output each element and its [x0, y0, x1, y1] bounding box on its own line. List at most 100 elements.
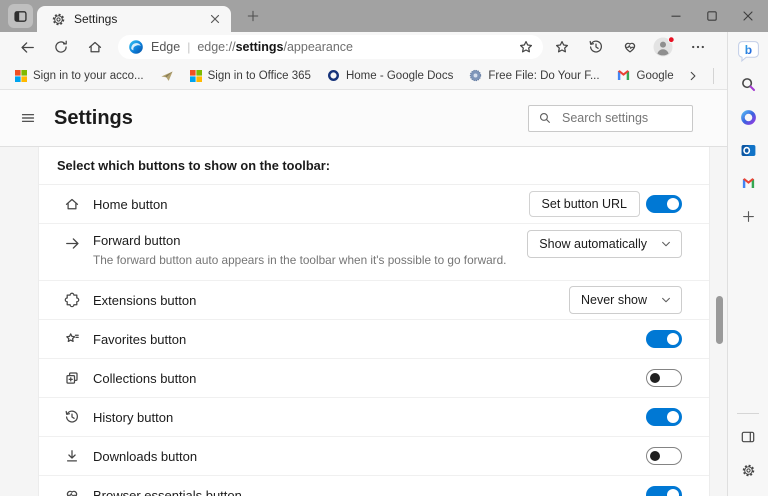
ms-logo-icon — [15, 70, 27, 82]
extensions-icon — [63, 292, 81, 308]
plane-icon — [160, 69, 174, 83]
forward-icon — [63, 235, 81, 252]
address-url: edge://settings/appearance — [197, 40, 511, 54]
gmail-icon — [741, 176, 756, 191]
settings-row: Browser essentials button — [39, 476, 709, 496]
sidebar-search-icon — [740, 76, 757, 93]
titlebar: Settings — [0, 0, 768, 32]
row-controls: Set button URL — [529, 191, 682, 217]
toggle-knob — [650, 373, 660, 383]
history-icon — [588, 39, 604, 55]
back-icon — [19, 39, 36, 56]
dropdown-value: Never show — [581, 293, 647, 307]
row-description: The forward button auto appears in the t… — [93, 253, 527, 267]
add-favorite-button[interactable] — [545, 33, 579, 61]
gear-icon — [741, 463, 756, 478]
favorite-item[interactable]: Home - Google Docs — [320, 66, 460, 85]
toggle-switch[interactable] — [646, 369, 682, 387]
settings-search-input[interactable] — [560, 110, 692, 126]
settings-row: History button — [39, 398, 709, 437]
toolbar-right-buttons — [545, 33, 715, 61]
favorite-this-page-star-icon[interactable] — [518, 39, 534, 55]
browser-window: Settings Edge | — [0, 0, 768, 496]
close-window-button[interactable] — [730, 0, 766, 32]
copilot-button[interactable] — [734, 103, 762, 131]
address-bar[interactable]: Edge | edge://settings/appearance — [118, 35, 543, 59]
favorite-item[interactable]: Sign in to Office 365 — [183, 67, 318, 85]
home-icon — [87, 39, 103, 55]
favorite-item[interactable]: Free File: Do Your F... — [462, 66, 606, 85]
set-button-url-button[interactable]: Set button URL — [529, 191, 640, 217]
tab-close-icon[interactable] — [207, 11, 223, 27]
row-text: Extensions button — [93, 293, 569, 308]
row-label: Favorites button — [93, 332, 646, 347]
row-controls — [646, 486, 682, 496]
new-tab-button[interactable] — [241, 4, 265, 28]
settings-search-box — [528, 105, 693, 132]
outlook-button[interactable] — [734, 136, 762, 164]
toggle-switch[interactable] — [646, 486, 682, 496]
favorite-item[interactable] — [153, 66, 181, 86]
tab-settings[interactable]: Settings — [37, 6, 231, 32]
sidebar-search-button[interactable] — [734, 70, 762, 98]
search-icon — [538, 111, 552, 125]
dropdown-value: Show automatically — [539, 237, 647, 251]
settings-menu-button[interactable] — [14, 104, 42, 132]
row-controls — [646, 330, 682, 348]
edge-sidebar: b — [727, 32, 768, 496]
bing-chat-button[interactable]: b — [734, 37, 762, 65]
address-divider: | — [187, 40, 190, 54]
tab-title: Settings — [74, 12, 199, 26]
sidebar-settings-button[interactable] — [734, 456, 762, 484]
favorite-item[interactable]: Google — [609, 65, 681, 86]
window-close-icon — [742, 10, 754, 22]
maximize-button[interactable] — [694, 0, 730, 32]
stamp-icon — [469, 69, 482, 82]
gmail-sidebar-button[interactable] — [734, 169, 762, 197]
settings-gear-icon — [51, 12, 66, 27]
row-text: Browser essentials button — [93, 488, 646, 496]
settings-row: Favorites button — [39, 320, 709, 359]
workspaces-button[interactable] — [8, 4, 33, 28]
toggle-switch[interactable] — [646, 408, 682, 426]
favorites-lines-icon — [63, 331, 81, 347]
row-text: Collections button — [93, 371, 646, 386]
scrollbar-thumb[interactable] — [716, 296, 723, 344]
row-label: Downloads button — [93, 449, 646, 464]
history-button[interactable] — [579, 33, 613, 61]
sidebar-divider — [737, 413, 759, 414]
favorite-item[interactable]: Sign in to your acco... — [8, 67, 151, 85]
toggle-switch[interactable] — [646, 330, 682, 348]
toggle-switch[interactable] — [646, 447, 682, 465]
star-icon — [554, 39, 570, 55]
more-menu-button[interactable] — [681, 33, 715, 61]
bing-chat-icon: b — [736, 39, 761, 64]
ms-logo-icon — [190, 70, 202, 82]
toggle-sidebar-button[interactable] — [734, 423, 762, 451]
settings-content: Select which buttons to show on the tool… — [0, 147, 727, 496]
back-button[interactable] — [10, 33, 44, 61]
row-label: Extensions button — [93, 293, 569, 308]
home-button[interactable] — [78, 33, 112, 61]
settings-row: Extensions button Never show — [39, 281, 709, 320]
favorite-label: Free File: Do Your F... — [488, 70, 599, 82]
minimize-icon — [670, 10, 682, 22]
dropdown-select[interactable]: Never show — [569, 286, 682, 314]
window-controls — [658, 0, 768, 32]
workspaces-icon — [13, 9, 28, 24]
row-controls: Show automatically — [527, 230, 682, 258]
dropdown-select[interactable]: Show automatically — [527, 230, 682, 258]
favorites-overflow-button[interactable] — [681, 62, 705, 90]
browser-essentials-button[interactable] — [613, 33, 647, 61]
home-icon — [63, 196, 81, 212]
add-to-sidebar-button[interactable] — [734, 202, 762, 230]
row-text: Favorites button — [93, 332, 646, 347]
downloads-icon — [63, 448, 81, 464]
toggle-switch[interactable] — [646, 195, 682, 213]
toolbar-buttons-card: Select which buttons to show on the tool… — [38, 147, 710, 496]
row-label: Collections button — [93, 371, 646, 386]
refresh-button[interactable] — [44, 33, 78, 61]
profile-button[interactable] — [647, 33, 681, 61]
minimize-button[interactable] — [658, 0, 694, 32]
settings-header: Settings — [0, 90, 727, 147]
